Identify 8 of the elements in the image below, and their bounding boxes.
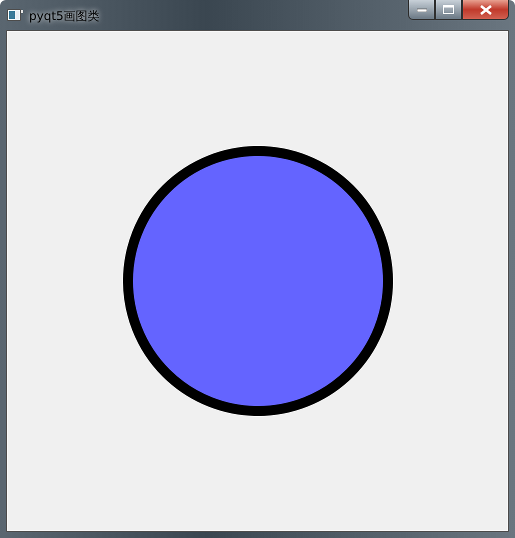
- window-title: pyqt5画图类: [29, 8, 100, 25]
- close-button[interactable]: [462, 0, 509, 20]
- minimize-button[interactable]: [408, 0, 435, 20]
- maximize-icon: [443, 5, 454, 14]
- minimize-icon: [416, 8, 426, 12]
- window-icon: [7, 9, 23, 21]
- maximize-button[interactable]: [435, 0, 462, 20]
- close-icon: [480, 4, 492, 14]
